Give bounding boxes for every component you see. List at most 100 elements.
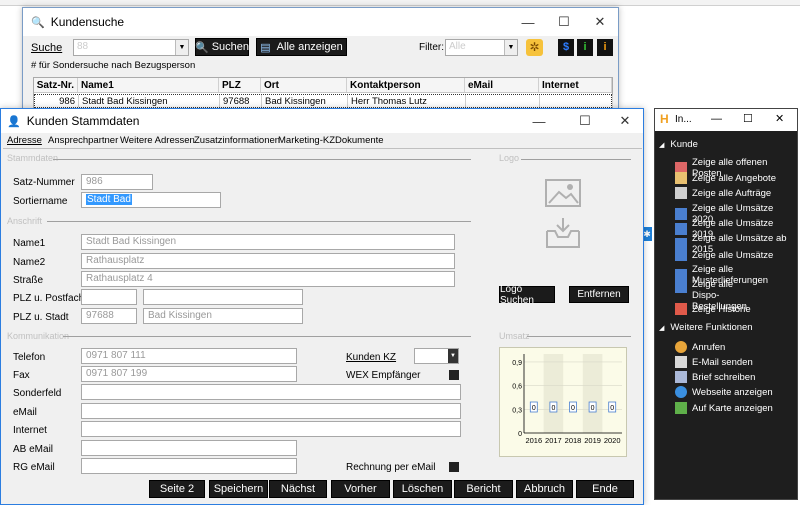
- minimize-button[interactable]: —: [711, 113, 722, 125]
- save-button[interactable]: Speichern: [209, 480, 268, 498]
- close-button[interactable]: ✕: [582, 8, 618, 36]
- email-label: eMail: [13, 407, 37, 418]
- tab-ansprechpartner[interactable]: Ansprechpartner: [48, 135, 118, 146]
- envelope-icon: [675, 356, 687, 368]
- col-ort-header[interactable]: Ort: [261, 78, 347, 92]
- col-internet-header[interactable]: Internet: [539, 78, 612, 92]
- customer-master-title: Kunden Stammdaten: [26, 114, 140, 128]
- menu-item-website[interactable]: Webseite anzeigen: [675, 386, 773, 398]
- plz-field[interactable]: 97688: [81, 308, 137, 324]
- info-green-icon[interactable]: i: [577, 39, 593, 56]
- tab-dokumente[interactable]: Dokumente: [335, 135, 384, 146]
- rg-email-field[interactable]: [81, 458, 297, 474]
- sortiername-field[interactable]: Stadt Bad: [81, 192, 221, 208]
- internet-field[interactable]: [81, 421, 461, 437]
- sonderfeld-field[interactable]: [81, 384, 461, 400]
- kunden-kz-label: Kunden KZ: [346, 352, 397, 363]
- chevron-down-icon[interactable]: ▼: [448, 349, 458, 363]
- revenue-chart-svg: 00,30,60,90201602017020180201902020: [512, 354, 622, 445]
- revenue-chart: 0 0,3 0,6 0,9 0 2016 0 2017 0 2018 0 2019 0 2020: [499, 347, 627, 457]
- chevron-down-icon[interactable]: ▼: [504, 40, 517, 55]
- menu-item-call[interactable]: Anrufen: [675, 341, 725, 353]
- delete-button[interactable]: Löschen: [393, 480, 452, 498]
- menu-item-orders[interactable]: Zeige alle Aufträge: [675, 187, 771, 199]
- col-satznr-header[interactable]: Satz-Nr.: [34, 78, 78, 92]
- group-kunde[interactable]: ◢ Kunde: [659, 139, 698, 150]
- search-input[interactable]: 88 ▼: [73, 39, 189, 56]
- bottom-button-bar: Seite 2 Speichern Nächst Vorher Löschen …: [1, 480, 643, 502]
- next-button[interactable]: Nächst: [269, 480, 327, 498]
- minimize-button[interactable]: —: [510, 8, 546, 36]
- tab-zusatzinformationen[interactable]: Zusatzinformationen: [194, 135, 280, 146]
- letter-icon: [675, 371, 687, 383]
- dollar-icon[interactable]: $: [558, 39, 574, 56]
- col-name1-header[interactable]: Name1: [78, 78, 219, 92]
- chart-data-label: 0: [551, 405, 555, 412]
- search-window-titlebar: 🔍 Kundensuche — ☐ ✕: [23, 8, 618, 36]
- chevron-down-icon[interactable]: ▼: [175, 40, 188, 55]
- col-plz-header[interactable]: PLZ: [219, 78, 261, 92]
- close-button[interactable]: ✕: [775, 112, 784, 125]
- special-search-hint: # für Sondersuche nach Bezugsperson: [31, 60, 196, 71]
- settings-gear-icon[interactable]: ✲: [526, 39, 543, 56]
- info-orange-icon[interactable]: i: [597, 39, 613, 56]
- previous-button[interactable]: Vorher: [331, 480, 390, 498]
- telefon-field[interactable]: 0971 807 111: [81, 348, 297, 364]
- name1-field[interactable]: Stadt Bad Kissingen: [81, 234, 455, 250]
- remove-logo-button[interactable]: Entfernen: [569, 286, 629, 303]
- row-email: [466, 95, 540, 107]
- maximize-button[interactable]: ☐: [567, 109, 603, 133]
- section-anschrift: Anschrift: [7, 216, 43, 226]
- results-grid: Satz-Nr. Name1 PLZ Ort Kontaktperson eMa…: [33, 77, 613, 108]
- divider: [527, 336, 631, 337]
- wex-checkbox[interactable]: [449, 370, 459, 380]
- side-panel-title: In...: [675, 114, 692, 125]
- menu-item-send-email[interactable]: E-Mail senden: [675, 356, 753, 368]
- satznr-field[interactable]: 986: [81, 174, 153, 190]
- col-email-header[interactable]: eMail: [465, 78, 539, 92]
- minimize-button[interactable]: —: [521, 109, 557, 133]
- strasse-label: Straße: [13, 275, 44, 286]
- page2-button[interactable]: Seite 2: [149, 480, 205, 498]
- stadt-field[interactable]: Bad Kissingen: [143, 308, 303, 324]
- row-satznr: 986: [35, 95, 79, 107]
- rechnung-email-label: Rechnung per eMail: [346, 462, 436, 473]
- cancel-button[interactable]: Abbruch: [516, 480, 573, 498]
- tab-weitere-adressen[interactable]: Weitere Adressen: [120, 135, 195, 146]
- menu-item-history[interactable]: Zeige Historie: [675, 303, 751, 315]
- group-weitere-funktionen[interactable]: ◢ Weitere Funktionen: [659, 322, 753, 333]
- report-button[interactable]: Bericht: [454, 480, 513, 498]
- name2-field[interactable]: Rathausplatz: [81, 253, 455, 269]
- postfach-plz-field[interactable]: [81, 289, 137, 305]
- strasse-field[interactable]: Rathausplatz 4: [81, 271, 455, 287]
- filter-select[interactable]: Alle ▼: [445, 39, 518, 56]
- menu-item-write-letter[interactable]: Brief schreiben: [675, 371, 755, 383]
- email-field[interactable]: [81, 403, 461, 419]
- wex-label: WEX Empfänger: [346, 370, 421, 381]
- tab-marketing-kz[interactable]: Marketing-KZ: [278, 135, 335, 146]
- menu-item-all-revenue[interactable]: Zeige alle Umsätze: [675, 249, 773, 261]
- chart-x-tick-label: 2020: [604, 436, 621, 445]
- chart-data-label: 0: [571, 405, 575, 412]
- postfach-field[interactable]: [143, 289, 303, 305]
- col-kontakt-header[interactable]: Kontaktperson: [347, 78, 465, 92]
- ab-email-field[interactable]: [81, 440, 297, 456]
- end-button[interactable]: Ende: [576, 480, 634, 498]
- rechnung-email-checkbox[interactable]: [449, 462, 459, 472]
- show-all-button[interactable]: ▤ Alle anzeigen: [256, 38, 347, 56]
- maximize-button[interactable]: ☐: [546, 8, 582, 36]
- image-placeholder-icon: [545, 179, 581, 207]
- chart-band: [543, 354, 564, 433]
- search-button[interactable]: 🔍 Suchen: [195, 38, 249, 56]
- close-button[interactable]: ✕: [607, 109, 643, 133]
- menu-item-offers[interactable]: Zeige alle Angebote: [675, 172, 776, 184]
- logo-search-button[interactable]: Logo Suchen: [499, 284, 555, 306]
- menu-item-map[interactable]: Auf Karte anzeigen: [675, 402, 773, 414]
- tab-adresse[interactable]: Adresse: [7, 135, 42, 146]
- document-edit-icon: [675, 172, 687, 184]
- maximize-button[interactable]: ☐: [743, 112, 753, 125]
- section-logo: Logo: [499, 153, 520, 163]
- kunden-kz-select[interactable]: ▼: [414, 348, 459, 364]
- fax-field[interactable]: 0971 807 199: [81, 366, 297, 382]
- table-row[interactable]: 986 Stadt Bad Kissingen 97688 Bad Kissin…: [34, 94, 613, 108]
